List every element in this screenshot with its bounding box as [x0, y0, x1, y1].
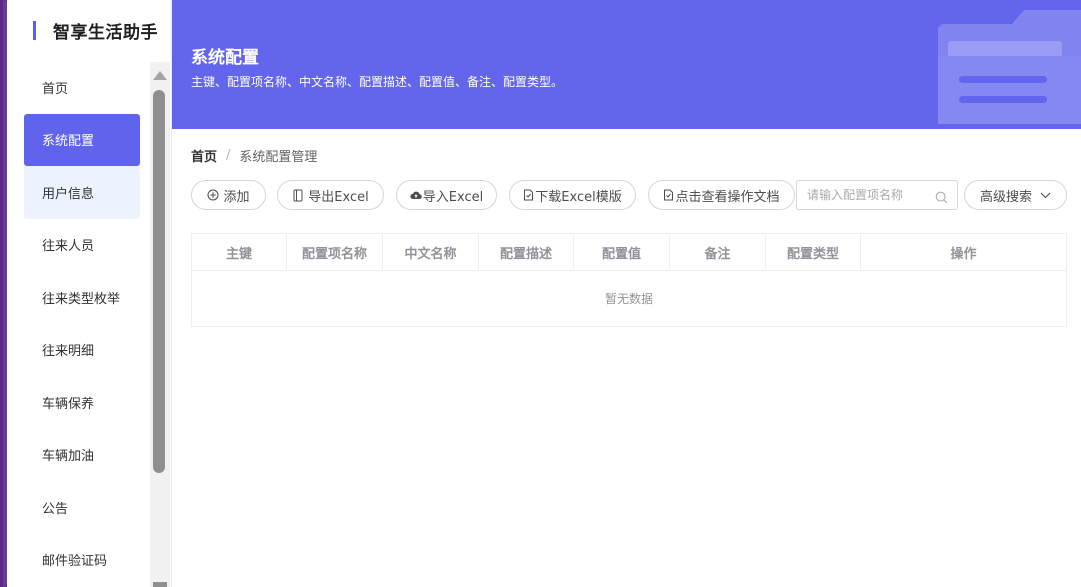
sidebar-item-announcement[interactable]: 公告: [24, 481, 140, 534]
sidebar-item-email-code[interactable]: 邮件验证码: [24, 534, 140, 587]
sidebar-item-contact-details[interactable]: 往来明细: [24, 324, 140, 377]
breadcrumb-separator: /: [226, 148, 231, 163]
brand: 智享生活助手: [33, 18, 158, 43]
column-header-value[interactable]: 配置值: [574, 234, 670, 271]
window-edge: [0, 0, 7, 587]
sidebar-item-contact-types[interactable]: 往来类型枚举: [24, 271, 140, 324]
column-header-remark[interactable]: 备注: [670, 234, 766, 271]
search-input[interactable]: [807, 188, 931, 202]
breadcrumb-home[interactable]: 首页: [191, 146, 217, 165]
search-box: [796, 180, 958, 210]
breadcrumb-current: 系统配置管理: [239, 150, 318, 165]
table-empty-state: 暂无数据: [604, 292, 653, 306]
document-download-icon: [523, 189, 534, 201]
add-button-label: 添加: [223, 189, 250, 205]
advanced-search-label: 高级搜索: [979, 189, 1032, 205]
column-header-config-name[interactable]: 配置项名称: [287, 234, 383, 271]
sidebar-item-vehicle-maintenance[interactable]: 车辆保养: [24, 376, 140, 429]
column-header-description[interactable]: 配置描述: [479, 234, 574, 271]
advanced-search-button[interactable]: 高级搜索: [964, 180, 1067, 210]
app-title: 智享生活助手: [53, 22, 158, 43]
brand-accent-bar: [33, 20, 36, 40]
download-template-button[interactable]: 下载Excel模版: [509, 180, 636, 210]
column-header-actions: 操作: [950, 247, 977, 262]
breadcrumb: 首页 / 系统配置管理: [191, 146, 317, 165]
sidebar-menu: 首页 系统配置 用户信息 往来人员 往来类型枚举 往来明细 车辆保养 车辆加油 …: [24, 61, 140, 586]
plus-circle-icon: [207, 189, 219, 201]
export-excel-label: 导出Excel: [308, 189, 369, 205]
sidebar-item-user-info[interactable]: 用户信息: [24, 166, 140, 219]
add-button[interactable]: 添加: [191, 180, 266, 210]
view-docs-button[interactable]: 点击查看操作文档: [648, 180, 795, 210]
column-header-chinese-name[interactable]: 中文名称: [383, 234, 479, 271]
page-description: 主键、配置项名称、中文名称、配置描述、配置值、备注、配置类型。: [191, 75, 564, 89]
scroll-up-arrow-icon[interactable]: [153, 71, 167, 80]
column-header-id[interactable]: 主键: [192, 234, 287, 271]
sidebar-item-system-config[interactable]: 系统配置: [24, 113, 140, 166]
sidebar: 智享生活助手 首页 系统配置 用户信息 往来人员 往来类型枚举 往来明细 车辆保…: [7, 0, 172, 587]
import-excel-button[interactable]: 导入Excel: [396, 180, 497, 210]
sidebar-item-contacts[interactable]: 往来人员: [24, 219, 140, 272]
export-document-icon: [292, 189, 304, 202]
scroll-down-arrow-icon[interactable]: [153, 582, 167, 587]
column-header-config-type[interactable]: 配置类型: [766, 234, 861, 271]
import-excel-label: 导入Excel: [422, 189, 484, 205]
table-header: 主键 配置项名称 中文名称 配置描述 配置值 备注 配置类型 操作: [192, 234, 1066, 271]
scrollbar-thumb[interactable]: [153, 90, 165, 473]
page-banner: 系统配置 主键、配置项名称、中文名称、配置描述、配置值、备注、配置类型。: [172, 0, 1081, 129]
folder-icon: [938, 10, 1081, 124]
download-template-label: 下载Excel模版: [535, 189, 622, 205]
view-docs-label: 点击查看操作文档: [675, 189, 780, 205]
config-table: 主键 配置项名称 中文名称 配置描述 配置值 备注 配置类型 操作 暂无数据: [191, 233, 1067, 327]
page-title: 系统配置: [191, 48, 259, 68]
search-icon[interactable]: [935, 189, 948, 208]
sidebar-item-vehicle-fuel[interactable]: 车辆加油: [24, 429, 140, 482]
sidebar-item-home[interactable]: 首页: [24, 61, 140, 114]
document-check-icon: [663, 189, 674, 201]
cloud-upload-icon: [410, 190, 422, 200]
export-excel-button[interactable]: 导出Excel: [277, 180, 384, 210]
chevron-down-icon: [1040, 192, 1051, 199]
sidebar-scrollbar[interactable]: [150, 62, 170, 587]
